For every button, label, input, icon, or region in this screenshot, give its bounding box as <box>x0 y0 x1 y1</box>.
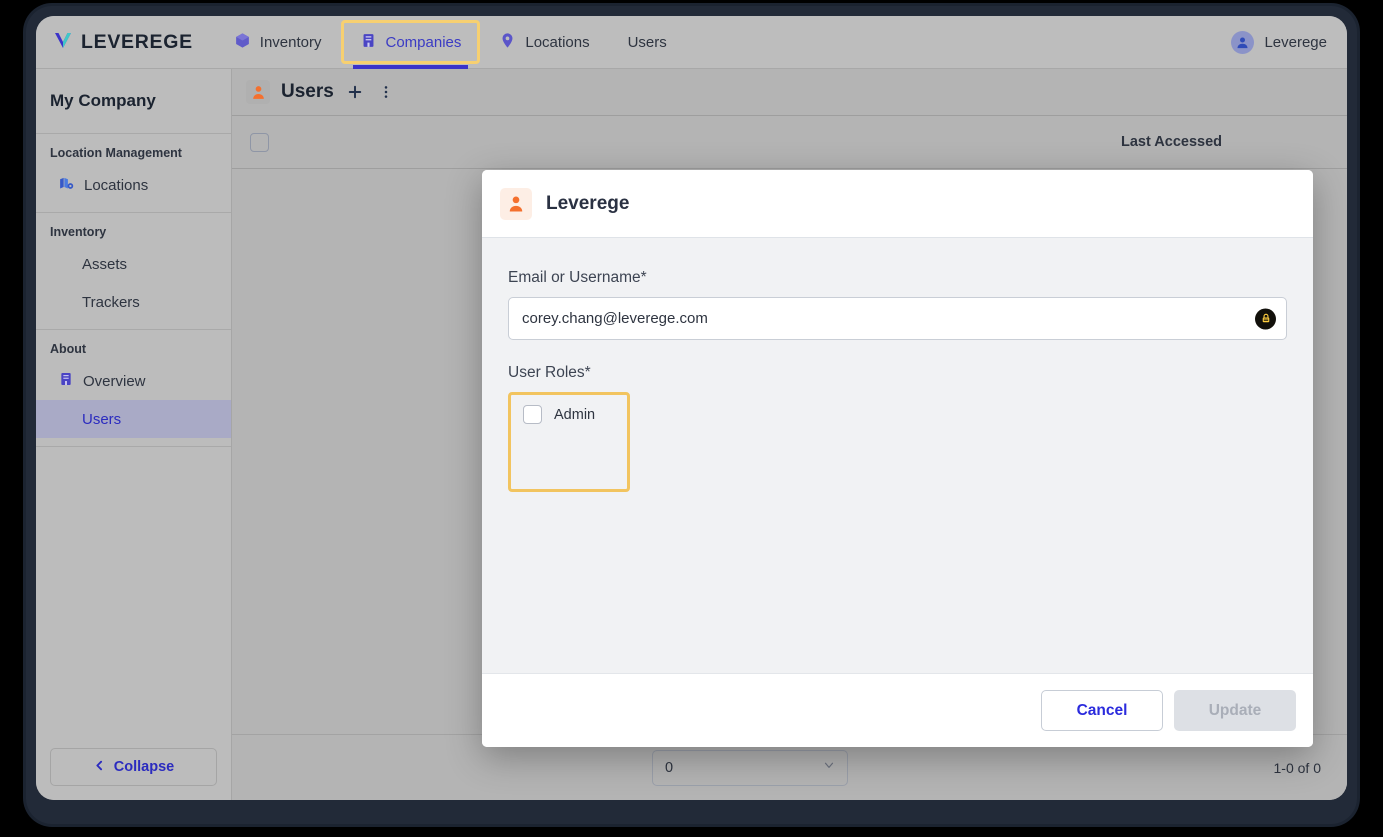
email-field-wrapper <box>508 297 1287 340</box>
map-pin-icon <box>499 32 516 53</box>
collapse-button-label: Collapse <box>113 759 175 775</box>
person-icon <box>246 80 270 104</box>
sidebar-group-inventory: Inventory Assets Trackers <box>36 213 231 330</box>
app-window: LEVEREGE Inventory Companies Locations U… <box>36 16 1347 800</box>
more-vertical-icon[interactable] <box>376 81 396 103</box>
tab-locations-label: Locations <box>525 33 590 51</box>
brand-name: LEVEREGE <box>81 30 193 53</box>
sidebar-group-label: Inventory <box>50 225 107 239</box>
update-button[interactable]: Update <box>1174 690 1296 731</box>
sidebar-item-label: Assets <box>82 255 128 273</box>
leverege-logo-icon <box>52 29 74 56</box>
sidebar-group-location-management: Location Management Locations <box>36 134 231 213</box>
sidebar: My Company Location Management Locations… <box>36 69 232 800</box>
collapse-button-wrapper: Collapse <box>36 734 231 800</box>
user-roles-box: Admin <box>508 392 630 492</box>
tab-locations[interactable]: Locations <box>480 16 608 68</box>
sidebar-item-label: Overview <box>83 372 146 390</box>
tab-inventory[interactable]: Inventory <box>215 16 341 68</box>
email-input[interactable] <box>508 297 1287 340</box>
user-roles-label: User Roles* <box>508 364 591 381</box>
user-menu-label: Leverege <box>1264 33 1327 51</box>
page-title: Users <box>281 81 334 102</box>
building-icon <box>58 371 74 391</box>
chevron-left-icon <box>93 759 106 776</box>
main-content: Users Last Accessed 0 1-0 of 0 Leverege … <box>232 69 1347 800</box>
admin-role-checkbox[interactable] <box>523 405 542 424</box>
sidebar-company-title: My Company <box>36 69 231 134</box>
select-all-checkbox[interactable] <box>250 132 269 152</box>
top-navigation-bar: LEVEREGE Inventory Companies Locations U… <box>36 16 1347 69</box>
add-user-button[interactable] <box>345 81 365 103</box>
body-container: My Company Location Management Locations… <box>36 69 1347 800</box>
rows-per-page-select[interactable]: 0 <box>652 749 848 786</box>
modal-header: Leverege <box>482 170 1313 238</box>
sidebar-item-users[interactable]: Users <box>36 400 231 438</box>
tab-companies-label: Companies <box>385 33 462 51</box>
avatar <box>1231 30 1255 54</box>
role-option-admin[interactable]: Admin <box>523 405 627 424</box>
column-header-last-accessed[interactable]: Last Accessed <box>1121 134 1222 150</box>
tab-companies[interactable]: Companies <box>340 20 481 69</box>
building-icon <box>360 32 377 53</box>
sidebar-group-label: Location Management <box>50 146 182 160</box>
admin-role-label: Admin <box>554 406 596 423</box>
window-frame: LEVEREGE Inventory Companies Locations U… <box>26 6 1357 824</box>
sidebar-item-label: Users <box>82 410 122 428</box>
sidebar-group-about: About Overview Users <box>36 330 231 447</box>
page-header: Users <box>232 69 1347 115</box>
cancel-button[interactable]: Cancel <box>1041 690 1163 731</box>
sidebar-item-label: Trackers <box>82 293 140 311</box>
modal-title: Leverege <box>546 192 630 214</box>
person-icon <box>500 187 532 220</box>
modal-footer: Cancel Update <box>482 673 1313 747</box>
sidebar-item-locations[interactable]: Locations <box>36 166 231 204</box>
pagination-range-label: 1-0 of 0 <box>1273 759 1321 776</box>
tab-inventory-label: Inventory <box>259 33 322 51</box>
modal-body: Email or Username* corey.chang@leverege.… <box>482 238 1313 673</box>
edit-user-modal: Leverege Email or Username* corey.chang@… <box>482 170 1313 747</box>
tab-users-label: Users <box>627 33 667 51</box>
sidebar-item-trackers[interactable]: Trackers <box>36 283 231 321</box>
sidebar-item-assets[interactable]: Assets <box>36 245 231 283</box>
lock-icon[interactable] <box>1255 308 1276 329</box>
sidebar-group-label: About <box>50 342 87 356</box>
email-field-label: Email or Username* <box>508 269 647 286</box>
sidebar-item-overview[interactable]: Overview <box>36 362 231 400</box>
map-layers-icon <box>58 175 75 196</box>
nav-tab-list: Inventory Companies Locations Users <box>215 16 686 69</box>
sidebar-item-label: Locations <box>84 176 149 194</box>
brand-logo[interactable]: LEVEREGE <box>52 29 193 56</box>
table-header-row: Last Accessed <box>232 115 1347 169</box>
cube-icon <box>234 32 251 53</box>
tab-users[interactable]: Users <box>609 16 686 68</box>
user-menu[interactable]: Leverege <box>1231 30 1327 54</box>
collapse-sidebar-button[interactable]: Collapse <box>50 748 217 786</box>
